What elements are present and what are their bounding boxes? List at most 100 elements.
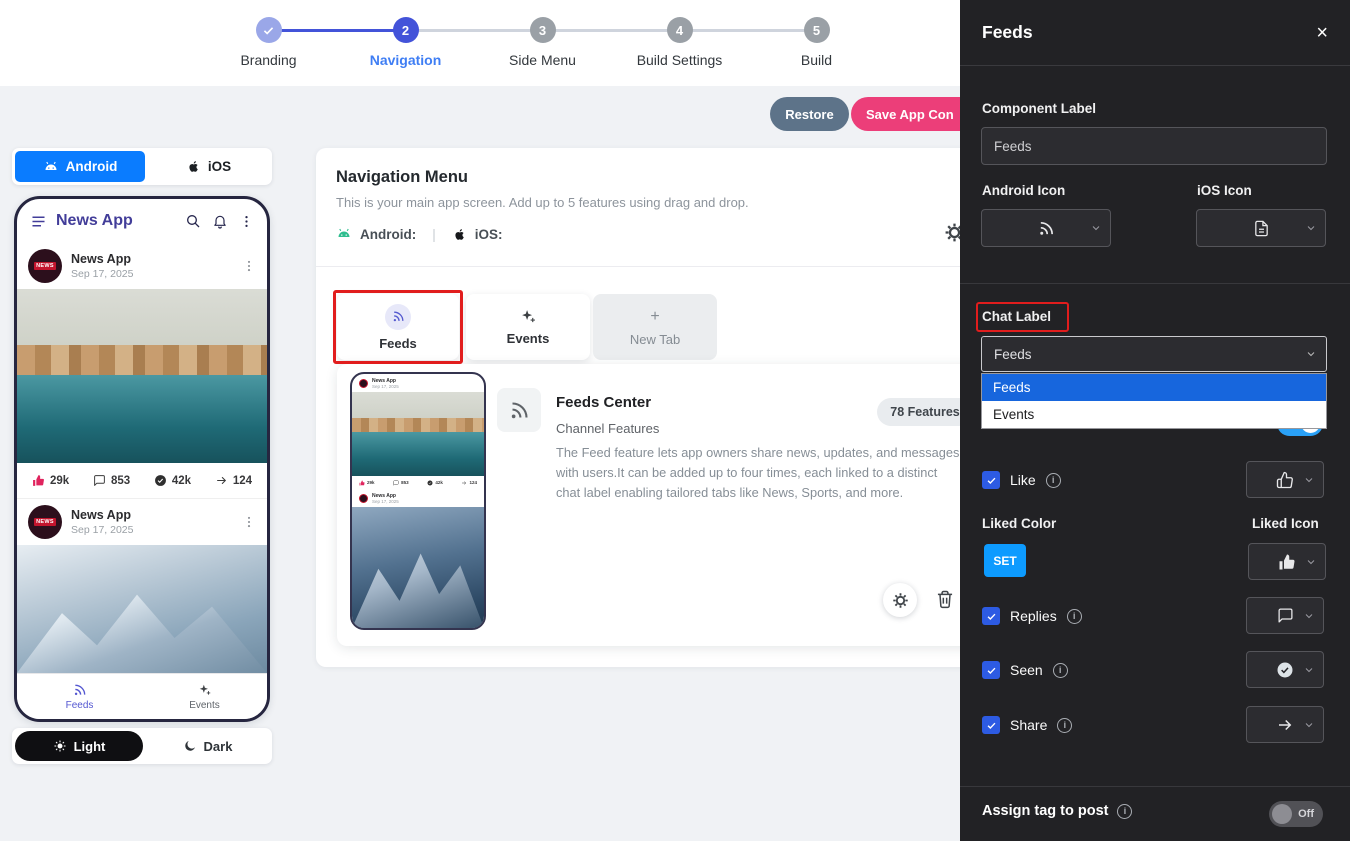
thumb-up-icon [32,474,45,487]
ios-icon-select[interactable] [1196,209,1326,247]
dropdown-option-feeds[interactable]: Feeds [982,374,1326,401]
info-icon[interactable]: i [1057,718,1072,733]
step-branding[interactable]: Branding [200,17,337,68]
seen-checkbox[interactable] [982,661,1000,679]
arrow-right-icon [215,474,228,487]
phone-tab-feeds-label: Feeds [66,700,94,711]
sun-icon [53,739,67,753]
restore-button[interactable]: Restore [770,97,849,131]
replies-label: Replies [1010,608,1057,624]
step-build[interactable]: 5 Build [748,17,885,68]
liked-icon-label: Liked Icon [1252,516,1319,531]
thumb-image-venice [352,392,484,476]
bell-icon[interactable] [212,213,228,229]
assign-tag-toggle[interactable]: Off [1269,801,1323,827]
panel-header: Feeds × [960,0,1350,66]
post-image-venice [17,289,267,463]
toggle-state-label: Off [1298,808,1314,820]
check-icon [986,665,997,676]
tab-events[interactable]: Events [466,294,590,360]
chevron-down-icon [1303,719,1315,731]
step-build-settings[interactable]: 4 Build Settings [611,17,748,68]
stat-seen[interactable]: 42k [154,474,191,487]
comment-icon [393,480,399,486]
gear-icon [892,592,909,609]
platform-ios-button[interactable]: iOS [145,159,272,174]
step-build-settings-number: 4 [667,17,693,43]
seen-check-circle-icon [427,480,433,486]
seen-icon-select[interactable] [1246,651,1324,688]
step-build-label: Build [748,52,885,68]
stat-shares[interactable]: 124 [215,474,252,487]
stat-likes[interactable]: 29k [32,474,69,487]
feature-title: Feeds Center [556,394,651,411]
apple-icon [186,159,201,174]
stat-likes-value: 29k [50,475,69,487]
liked-icon-select[interactable] [1248,543,1326,580]
hamburger-menu-icon[interactable] [30,213,47,230]
close-icon[interactable]: × [1316,23,1328,43]
stat-shares-value: 124 [233,475,252,487]
platform-android-button[interactable]: Android [15,151,145,182]
option-row-replies: Replies i [982,604,1082,628]
kebab-menu-icon[interactable] [239,214,254,229]
check-icon [986,720,997,731]
like-icon-select[interactable] [1246,461,1324,498]
sparkle-icon [520,308,537,325]
android-icon-select[interactable] [981,209,1111,247]
replies-icon-select[interactable] [1246,597,1324,634]
stat-comments[interactable]: 853 [93,474,130,487]
rss-icon [509,400,530,421]
step-navigation-label: Navigation [337,52,474,68]
step-navigation[interactable]: 2 Navigation [337,17,474,68]
tab-feeds[interactable]: Feeds [337,294,459,360]
kebab-menu-icon[interactable] [242,259,256,273]
avatar: NEWS [28,249,62,283]
step-side-menu-label: Side Menu [474,52,611,68]
set-color-button[interactable]: SET [984,544,1026,577]
feature-rss-icon-box [497,388,541,432]
component-label-input[interactable] [981,127,1327,165]
rss-icon [392,310,405,323]
thumb-post-header: News App Sep 17, 2025 [352,374,484,392]
venice-water [17,375,267,463]
feature-content-card: News App Sep 17, 2025 29k 853 42k 124 [337,364,994,646]
theme-dark-button[interactable]: Dark [143,739,272,754]
phone-tab-bar: Feeds Events [17,673,267,719]
theme-light-button[interactable]: Light [15,731,143,761]
phone-tab-events[interactable]: Events [142,674,267,719]
tab-feeds-label: Feeds [379,336,417,351]
replies-checkbox[interactable] [982,607,1000,625]
chat-label-select[interactable]: Feeds [981,336,1327,372]
like-label: Like [1010,472,1036,488]
option-row-seen: Seen i [982,658,1068,682]
info-icon[interactable]: i [1046,473,1061,488]
tab-new-tab-label: New Tab [630,332,680,347]
trash-icon[interactable] [935,589,955,609]
search-icon[interactable] [185,213,201,229]
step-side-menu[interactable]: 3 Side Menu [474,17,611,68]
thumb-author: News App [372,378,399,384]
phone-tab-feeds[interactable]: Feeds [17,674,142,719]
rss-icon [1038,220,1055,237]
seen-label: Seen [1010,662,1043,678]
share-checkbox[interactable] [982,716,1000,734]
share-icon-select[interactable] [1246,706,1324,743]
feature-settings-button[interactable] [883,583,917,617]
android-icon [43,159,59,175]
info-icon[interactable]: i [1117,804,1132,819]
info-icon[interactable]: i [1067,609,1082,624]
post-author: News App [71,508,133,522]
info-icon[interactable]: i [1053,663,1068,678]
chevron-down-icon [1305,556,1317,568]
venice-buildings [17,345,267,375]
kebab-menu-icon[interactable] [242,515,256,529]
ios-row-label: iOS: [475,227,503,242]
platform-row: Android: | iOS: [336,226,503,242]
feeds-settings-panel: Feeds × Component Label Android Icon iOS… [960,0,1350,841]
comment-icon [93,474,106,487]
like-checkbox[interactable] [982,471,1000,489]
dropdown-option-events[interactable]: Events [982,401,1326,428]
tab-new-tab[interactable]: + New Tab [593,294,717,360]
panel-title: Feeds [982,22,1033,43]
